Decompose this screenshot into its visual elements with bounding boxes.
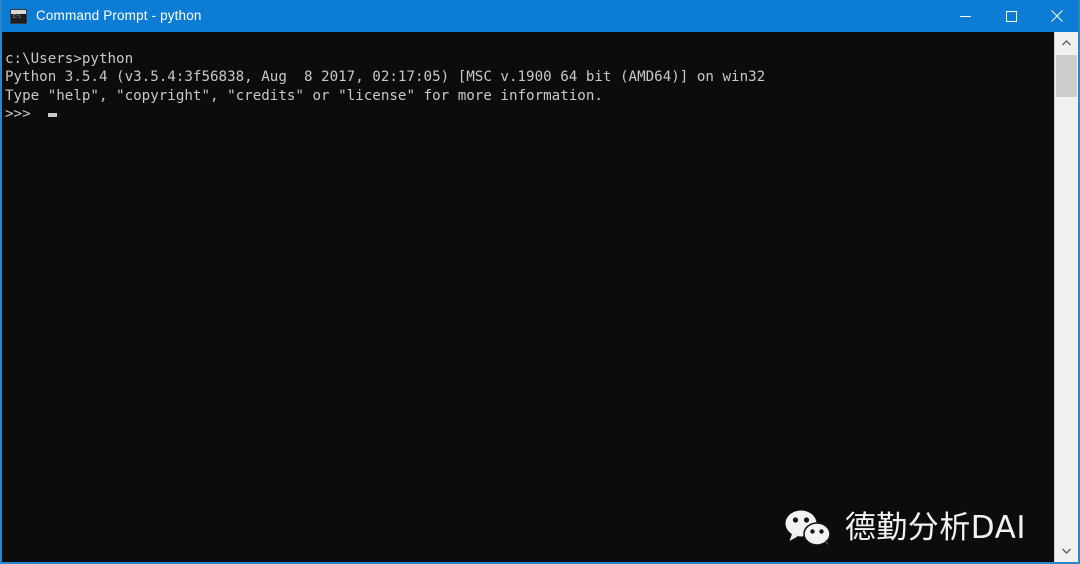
close-button[interactable]: [1034, 0, 1078, 32]
watermark-text: 德勤分析DAI: [844, 510, 1026, 546]
window-title: Command Prompt - python: [36, 8, 202, 23]
wechat-logo-icon: [784, 508, 834, 548]
scrollbar-thumb[interactable]: [1056, 55, 1077, 97]
console-line-version: Python 3.5.4 (v3.5.4:3f56838, Aug 8 2017…: [5, 69, 766, 86]
scroll-down-arrow-icon[interactable]: [1055, 540, 1078, 562]
minimize-button[interactable]: [942, 0, 988, 32]
scroll-up-arrow-icon[interactable]: [1055, 32, 1078, 54]
text-cursor: [48, 112, 58, 117]
console-line-help: Type "help", "copyright", "credits" or "…: [5, 87, 603, 104]
window-titlebar[interactable]: C:\ Command Prompt - python: [2, 0, 1078, 32]
icon-prompt-glyph: C:\: [13, 13, 21, 20]
window-controls: [942, 0, 1078, 32]
command-prompt-icon: C:\: [10, 8, 27, 24]
watermark: 德勤分析DAI: [784, 508, 1026, 548]
console-scrollbar[interactable]: [1054, 32, 1078, 562]
maximize-button[interactable]: [988, 0, 1034, 32]
python-prompt-line: >>>: [2, 105, 1054, 123]
command-prompt-window: C:\ Command Prompt - python c:\Users>pyt…: [0, 0, 1080, 564]
icon-titlebar-strip: [11, 9, 26, 14]
console-output-area[interactable]: c:\Users>python Python 3.5.4 (v3.5.4:3f5…: [2, 32, 1054, 562]
console-line-command: c:\Users>python: [5, 51, 134, 67]
python-prompt: >>>: [5, 106, 40, 123]
